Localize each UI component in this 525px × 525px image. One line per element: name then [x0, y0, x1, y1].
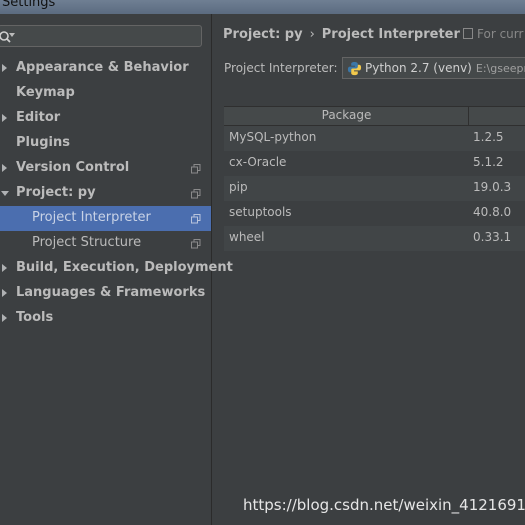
package-version: 1.2.5	[473, 130, 504, 144]
window-titlebar: Settings	[0, 0, 525, 14]
column-divider[interactable]	[468, 107, 469, 125]
sidebar-item-label: Project Structure	[32, 235, 142, 250]
package-version: 5.1.2	[473, 155, 504, 169]
interpreter-path: E:\gseeprox	[475, 62, 525, 75]
project-settings-icon	[191, 214, 201, 224]
sidebar-item-label: Project: py	[16, 185, 96, 200]
interpreter-select[interactable]: Python 2.7 (venv)E:\gseeprox	[342, 57, 525, 79]
expand-arrow-icon[interactable]	[2, 114, 7, 122]
table-row[interactable]: pip 19.0.3	[224, 176, 525, 201]
table-row[interactable]: wheel 0.33.1	[224, 226, 525, 251]
python-icon	[347, 61, 362, 76]
sidebar-item-version-control[interactable]: Version Control	[0, 156, 211, 181]
table-header: Package	[224, 106, 525, 126]
settings-content-panel: Project: py › Project Interpreter For curr…	[212, 14, 525, 525]
packages-table: Package MySQL-python 1.2.5 cx-Oracle 5.1…	[224, 106, 525, 251]
sidebar-item-label: Keymap	[16, 85, 75, 100]
expand-arrow-icon[interactable]	[2, 264, 7, 272]
sidebar-item-editor[interactable]: Editor	[0, 106, 211, 131]
sidebar-item-label: Editor	[16, 110, 61, 125]
scope-note-text: For curr	[477, 27, 524, 41]
sidebar-item-languages-frameworks[interactable]: Languages & Frameworks	[0, 281, 211, 306]
package-name: MySQL-python	[229, 130, 317, 144]
package-column-header[interactable]: Package	[224, 108, 469, 122]
project-settings-icon	[191, 239, 201, 249]
sidebar-item-label: Plugins	[16, 135, 70, 150]
interpreter-value: Python 2.7 (venv)	[365, 61, 472, 75]
scope-note: For curr	[463, 27, 523, 41]
sidebar-item-project-interpreter[interactable]: Project Interpreter	[0, 206, 211, 231]
sidebar-item-appearance-behavior[interactable]: Appearance & Behavior	[0, 56, 211, 81]
project-settings-icon	[191, 189, 201, 199]
window-title: Settings	[2, 0, 56, 10]
sidebar-item-keymap[interactable]: Keymap	[0, 81, 211, 106]
breadcrumb: Project: py › Project Interpreter	[223, 27, 460, 42]
sidebar-item-plugins[interactable]: Plugins	[0, 131, 211, 156]
table-row[interactable]: setuptools 40.8.0	[224, 201, 525, 226]
breadcrumb-parent: Project: py	[223, 27, 303, 42]
sidebar-item-label: Build, Execution, Deployment	[16, 260, 233, 275]
package-version: 0.33.1	[473, 230, 512, 244]
package-version: 19.0.3	[473, 180, 512, 194]
expand-arrow-icon[interactable]	[2, 64, 7, 72]
project-settings-icon	[191, 164, 201, 174]
expand-arrow-icon[interactable]	[2, 289, 7, 297]
expand-arrow-icon[interactable]	[2, 314, 7, 322]
settings-sidebar: Appearance & Behavior Keymap Editor Plug…	[0, 14, 233, 525]
breadcrumb-current: Project Interpreter	[321, 27, 460, 42]
table-row[interactable]: cx-Oracle 5.1.2	[224, 151, 525, 176]
expand-arrow-icon[interactable]	[2, 164, 7, 172]
sidebar-item-label: Project Interpreter	[32, 210, 151, 225]
sidebar-item-label: Appearance & Behavior	[16, 60, 189, 75]
watermark: https://blog.csdn.net/weixin_41216918	[243, 496, 525, 514]
package-version: 40.8.0	[473, 205, 512, 219]
sidebar-item-tools[interactable]: Tools	[0, 306, 211, 331]
interpreter-label: Project Interpreter:	[224, 61, 338, 75]
sidebar-item-project-py[interactable]: Project: py	[0, 181, 211, 206]
package-name: setuptools	[229, 205, 292, 219]
table-row[interactable]: MySQL-python 1.2.5	[224, 126, 525, 151]
package-name: pip	[229, 180, 248, 194]
sidebar-item-label: Tools	[16, 310, 54, 325]
package-name: cx-Oracle	[229, 155, 287, 169]
search-history-chevron-down-icon[interactable]	[9, 33, 15, 37]
sidebar-item-label: Version Control	[16, 160, 130, 175]
search-icon	[0, 31, 11, 43]
sidebar-item-project-structure[interactable]: Project Structure	[0, 231, 211, 256]
project-scope-icon	[463, 28, 473, 39]
package-name: wheel	[229, 230, 265, 244]
settings-search-input[interactable]	[0, 25, 202, 47]
breadcrumb-separator: ›	[309, 27, 315, 42]
sidebar-item-label: Languages & Frameworks	[16, 285, 206, 300]
collapse-arrow-icon[interactable]	[1, 191, 9, 196]
sidebar-item-build-execution-deployment[interactable]: Build, Execution, Deployment	[0, 256, 233, 281]
